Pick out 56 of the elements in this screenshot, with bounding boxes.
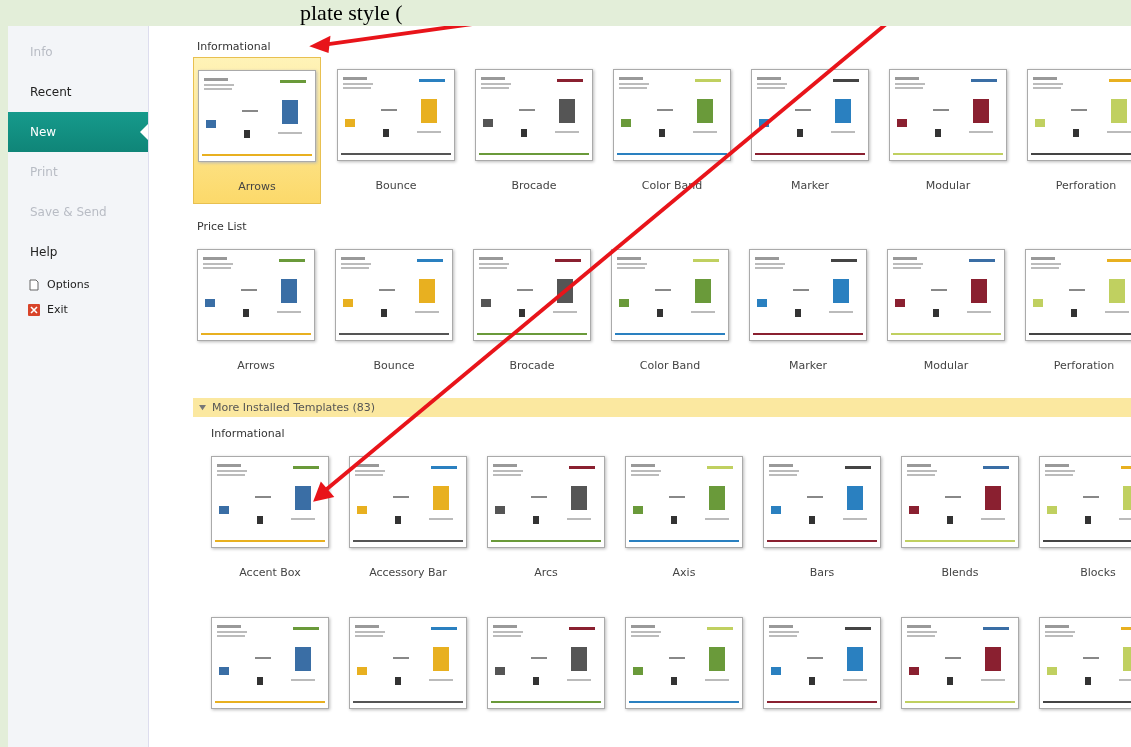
template-item[interactable]: Axis (621, 444, 747, 589)
command-label: Exit (47, 303, 68, 316)
template-item[interactable]: Brocade (471, 57, 597, 204)
template-item[interactable]: Marker (745, 237, 871, 382)
template-name: Perforation (1055, 179, 1117, 192)
close-icon (28, 303, 40, 316)
template-name: Brocade (509, 359, 555, 372)
template-item[interactable]: Blends (897, 444, 1023, 589)
backstage-tab[interactable]: Help (8, 232, 148, 272)
template-item[interactable]: Arrows (193, 57, 321, 204)
template-name: Arrows (237, 359, 275, 372)
template-item[interactable]: Modular (885, 57, 1011, 204)
slide-caption: plate style ( (299, 0, 404, 26)
template-name: Blends (941, 566, 979, 579)
backstage-command[interactable]: Options (8, 272, 148, 297)
template-name: Arrows (238, 180, 276, 193)
section-heading: Price List (197, 220, 248, 233)
document-icon (28, 278, 40, 291)
template-name: Blocks (1080, 566, 1116, 579)
template-name: Marker (789, 359, 827, 372)
template-item[interactable]: Bounce (331, 237, 457, 382)
template-name: Color Band (639, 359, 701, 372)
more-templates-bar[interactable]: More Installed Templates (83) (193, 398, 1131, 417)
template-item[interactable]: Color Band (607, 237, 733, 382)
command-label: Options (47, 278, 90, 291)
section-heading: Informational (211, 427, 286, 440)
template-item[interactable]: Bars (759, 444, 885, 589)
template-name: Marker (791, 179, 829, 192)
template-name: Axis (672, 566, 696, 579)
backstage-tab[interactable]: New (8, 112, 148, 152)
template-name: Bounce (373, 359, 415, 372)
template-item[interactable]: Perforation (1021, 237, 1131, 382)
template-name: Modular (923, 359, 969, 372)
template-item[interactable]: Accessory Bar (345, 444, 471, 589)
template-item[interactable]: Blocks (1035, 444, 1131, 589)
template-item[interactable]: Arrows (193, 237, 319, 382)
backstage-tab[interactable]: Recent (8, 72, 148, 112)
template-item[interactable]: Brocade (469, 237, 595, 382)
template-item[interactable]: Perforation (1023, 57, 1131, 204)
more-templates-title: More Installed Templates (83) (212, 401, 376, 414)
template-item[interactable]: Accent Box (207, 444, 333, 589)
template-name: Brocade (511, 179, 557, 192)
template-name: Arcs (534, 566, 558, 579)
template-name: Bars (809, 566, 835, 579)
backstage-command[interactable]: Exit (8, 297, 148, 322)
section-heading: Informational (197, 40, 272, 53)
template-name: Accessory Bar (369, 566, 447, 579)
template-item[interactable]: Bounce (333, 57, 459, 204)
template-name: Bounce (375, 179, 417, 192)
template-name: Modular (925, 179, 971, 192)
template-item[interactable]: Modular (883, 237, 1009, 382)
template-item[interactable]: Marker (747, 57, 873, 204)
template-name: Perforation (1053, 359, 1115, 372)
template-item[interactable]: Arcs (483, 444, 609, 589)
template-name: Accent Box (239, 566, 301, 579)
expander-icon (199, 404, 206, 411)
